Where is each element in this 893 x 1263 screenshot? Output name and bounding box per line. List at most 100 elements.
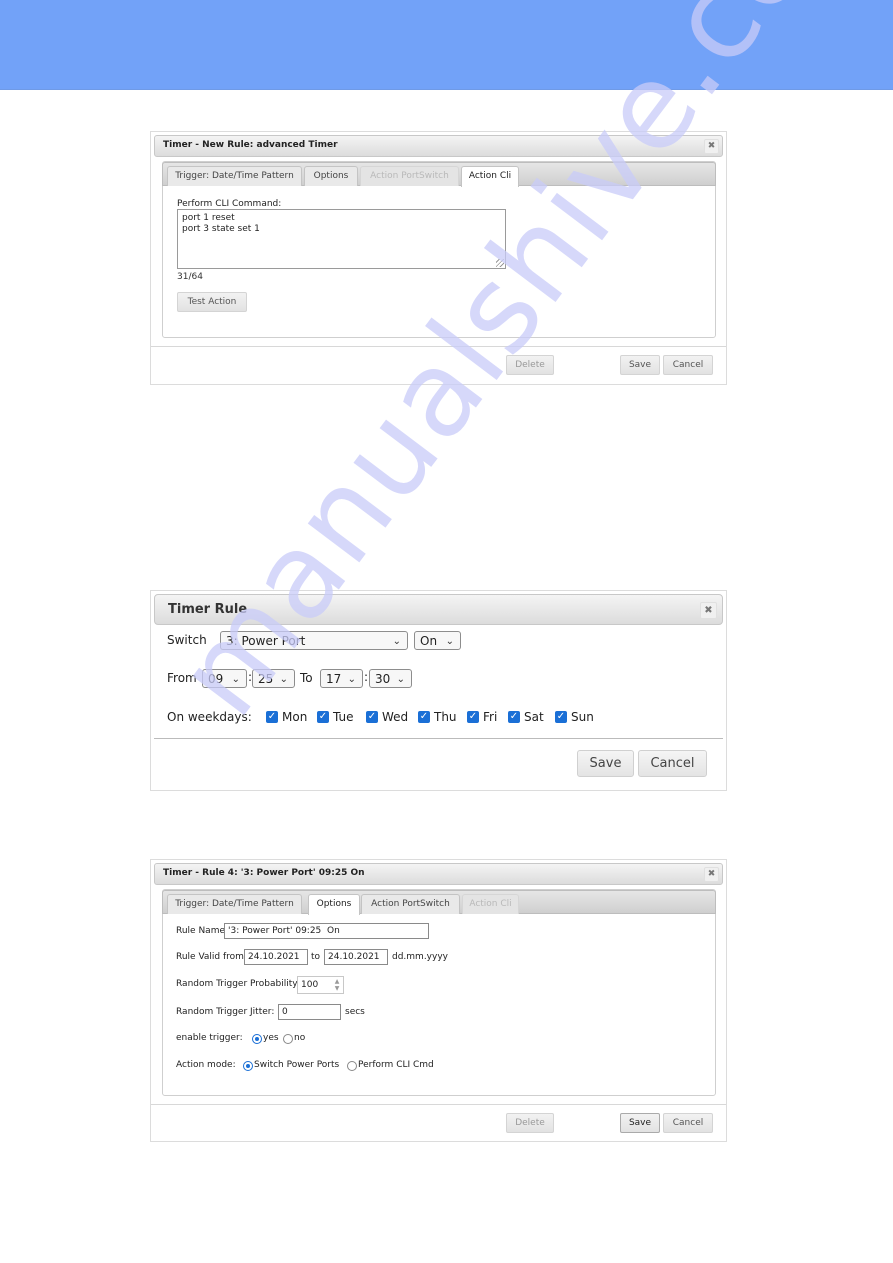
dialog-timer-rule: Timer Rule ✖ Switch 3: Power Port ⌄ On ⌄… (150, 590, 727, 791)
close-icon[interactable]: ✖ (700, 602, 717, 619)
valid-from-label: Rule Valid from (176, 952, 244, 962)
tab-panel: Trigger: Date/Time Pattern Options Actio… (162, 161, 716, 338)
chevron-down-icon: ⌄ (445, 636, 454, 647)
date-format-hint: dd.mm.yyyy (392, 952, 448, 962)
weekday-label-wed: Wed (382, 710, 409, 724)
rule-name-label: Rule Name (176, 926, 226, 936)
weekday-label-thu: Thu (434, 710, 457, 724)
chevron-down-icon: ⌄ (347, 674, 356, 685)
enable-trigger-label: enable trigger: (176, 1033, 243, 1043)
tab-action-cli[interactable]: Action Cli (461, 166, 519, 187)
checkbox-sat[interactable]: ✓ (508, 711, 520, 723)
action-mode-cli-radio[interactable] (347, 1061, 357, 1071)
weekdays-label: On weekdays: (167, 710, 252, 724)
cancel-button[interactable]: Cancel (638, 750, 707, 777)
footer-divider (154, 738, 723, 739)
test-action-button[interactable]: Test Action (177, 292, 247, 312)
checkbox-tue[interactable]: ✓ (317, 711, 329, 723)
from-hour-select[interactable]: 09 ⌄ (202, 669, 247, 688)
checkbox-fri[interactable]: ✓ (467, 711, 479, 723)
to-label: To (300, 671, 313, 685)
weekday-label-sat: Sat (524, 710, 544, 724)
from-hour-value: 09 (208, 672, 224, 686)
tab-options[interactable]: Options (308, 894, 360, 915)
probability-label: Random Trigger Probability (176, 979, 298, 989)
enable-yes-label: yes (263, 1033, 279, 1043)
checkbox-wed[interactable]: ✓ (366, 711, 378, 723)
char-count: 31/64 (177, 272, 203, 282)
enable-no-radio[interactable] (283, 1034, 293, 1044)
action-mode-switch-radio[interactable] (243, 1061, 253, 1071)
cli-command-textarea[interactable]: port 1 reset port 3 state set 1 (177, 209, 506, 269)
weekday-label-tue: Tue (333, 710, 354, 724)
switch-label: Switch (167, 633, 207, 647)
valid-to-input[interactable]: 24.10.2021 (324, 949, 388, 965)
from-label: From (167, 671, 197, 685)
tab-panel: Trigger: Date/Time Pattern Options Actio… (162, 889, 716, 1096)
from-minute-select[interactable]: 25 ⌄ (252, 669, 295, 688)
tab-trigger[interactable]: Trigger: Date/Time Pattern (167, 894, 302, 914)
weekday-label-mon: Mon (282, 710, 308, 724)
dialog-titlebar: Timer Rule ✖ (154, 594, 723, 625)
switch-value: 3: Power Port (226, 634, 306, 648)
state-select[interactable]: On ⌄ (414, 631, 461, 650)
tab-bar: Trigger: Date/Time Pattern Options Actio… (162, 890, 716, 915)
page-header-banner (0, 0, 893, 89)
action-mode-switch-label: Switch Power Ports (254, 1060, 340, 1070)
probability-input[interactable]: 100 ▲ ▼ (297, 976, 344, 994)
chevron-down-icon: ⌄ (392, 636, 401, 647)
chevron-down-icon: ⌄ (396, 674, 405, 685)
action-mode-label: Action mode: (176, 1060, 236, 1070)
cli-command-label: Perform CLI Command: (177, 199, 282, 209)
chevron-down-icon: ⌄ (231, 674, 240, 685)
tab-options[interactable]: Options (304, 166, 358, 186)
valid-to-label: to (311, 952, 321, 962)
resize-handle[interactable] (496, 259, 504, 267)
cancel-button[interactable]: Cancel (663, 1113, 713, 1133)
dialog-title: Timer - Rule 4: '3: Power Port' 09:25 On (163, 868, 365, 878)
dialog-new-rule: Timer - New Rule: advanced Timer ✖ Trigg… (150, 131, 727, 385)
save-button[interactable]: Save (577, 750, 634, 777)
from-minute-value: 25 (258, 672, 274, 686)
switch-select[interactable]: 3: Power Port ⌄ (220, 631, 408, 650)
delete-button[interactable]: Delete (506, 355, 554, 375)
checkbox-mon[interactable]: ✓ (266, 711, 278, 723)
time-separator: : (364, 670, 369, 684)
dialog-edit-rule: Timer - Rule 4: '3: Power Port' 09:25 On… (150, 859, 727, 1142)
to-minute-select[interactable]: 30 ⌄ (369, 669, 412, 688)
valid-from-input[interactable]: 24.10.2021 (244, 949, 308, 965)
header-divider (0, 89, 893, 90)
checkbox-thu[interactable]: ✓ (418, 711, 430, 723)
jitter-input[interactable]: 0 (278, 1004, 341, 1020)
dialog-title: Timer Rule (168, 602, 248, 617)
delete-button[interactable]: Delete (506, 1113, 554, 1133)
footer-divider (151, 346, 726, 347)
jitter-unit: secs (345, 1007, 365, 1017)
tab-action-cli: Action Cli (462, 894, 519, 914)
tab-bar: Trigger: Date/Time Pattern Options Actio… (162, 162, 716, 187)
enable-no-label: no (294, 1033, 306, 1043)
probability-value: 100 (301, 980, 319, 990)
tab-action-portswitch[interactable]: Action PortSwitch (361, 894, 460, 914)
cancel-button[interactable]: Cancel (663, 355, 713, 375)
dialog-titlebar: Timer - New Rule: advanced Timer ✖ (154, 135, 723, 157)
weekday-label-fri: Fri (483, 710, 498, 724)
to-minute-value: 30 (375, 672, 391, 686)
weekday-label-sun: Sun (571, 710, 594, 724)
close-icon[interactable]: ✖ (704, 867, 719, 882)
spinner-arrows-icon[interactable]: ▲ ▼ (332, 978, 342, 992)
tab-action-portswitch: Action PortSwitch (360, 166, 459, 186)
footer-divider (151, 1104, 726, 1105)
action-mode-cli-label: Perform CLI Cmd (358, 1060, 434, 1070)
dialog-titlebar: Timer - Rule 4: '3: Power Port' 09:25 On… (154, 863, 723, 885)
chevron-down-icon: ⌄ (279, 674, 288, 685)
to-hour-select[interactable]: 17 ⌄ (320, 669, 363, 688)
dialog-title: Timer - New Rule: advanced Timer (163, 140, 338, 150)
enable-yes-radio[interactable] (252, 1034, 262, 1044)
tab-trigger[interactable]: Trigger: Date/Time Pattern (167, 166, 302, 186)
checkbox-sun[interactable]: ✓ (555, 711, 567, 723)
rule-name-input[interactable]: '3: Power Port' 09:25 On (224, 923, 429, 939)
save-button[interactable]: Save (620, 1113, 660, 1133)
close-icon[interactable]: ✖ (704, 139, 719, 154)
save-button[interactable]: Save (620, 355, 660, 375)
